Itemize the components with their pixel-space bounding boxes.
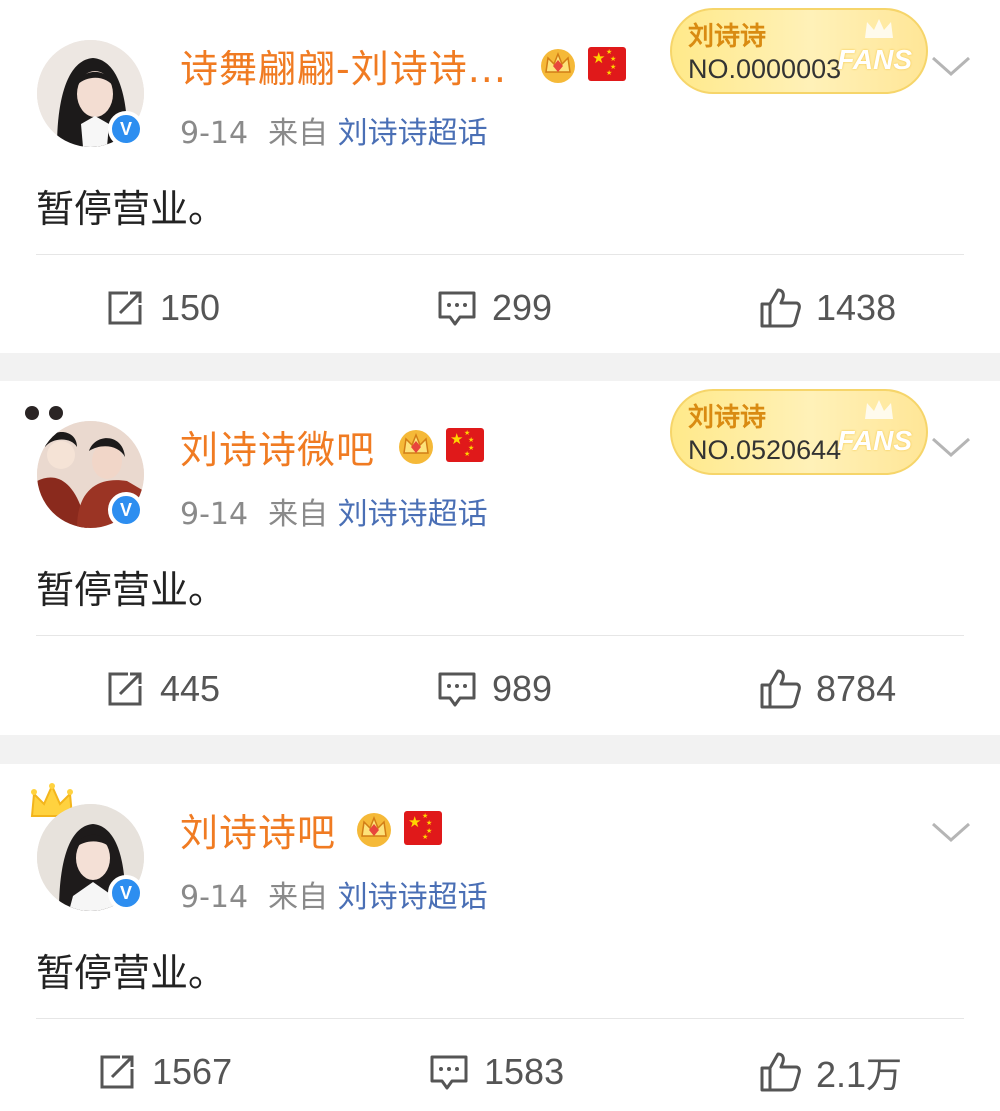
repost-icon [100, 1055, 134, 1089]
weibo-post: V 刘诗诗吧 ★ ★ ★ ★ ★ 9-14 来自 刘诗诗超话 暂停营业。 156… [0, 764, 1000, 1111]
post-content: 暂停营业。 [36, 951, 227, 995]
repost-count: 1567 [152, 1051, 233, 1092]
avatar[interactable]: V [37, 40, 144, 147]
comment-icon [438, 672, 476, 707]
post-actions: 1567 1583 2.1万 [0, 1044, 1000, 1100]
weibo-post: V 刘诗诗微吧 ★ ★ ★ ★ ★ 9-14 来自 刘诗诗超话 刘诗诗 NO.05… [0, 381, 1000, 735]
like-count: 1438 [816, 287, 897, 328]
comment-button[interactable]: 989 [436, 661, 552, 717]
avatar[interactable]: V [37, 804, 144, 911]
china-flag-icon: ★ ★ ★ ★ ★ [588, 47, 626, 81]
post-date: 9-14 [180, 880, 249, 915]
username[interactable]: 刘诗诗吧 [180, 802, 336, 857]
fans-badge-number: NO.0000003 [688, 54, 842, 84]
fans-crown-icon [865, 400, 893, 419]
repost-count: 150 [160, 287, 221, 328]
comment-count: 299 [492, 287, 553, 328]
verified-icon: V [108, 111, 144, 147]
user-badges: ★ ★ ★ ★ ★ [354, 808, 442, 848]
repost-button[interactable]: 1567 [96, 1044, 232, 1100]
fans-badge-label: FANS [837, 44, 912, 75]
china-flag-icon: ★ ★ ★ ★ ★ [446, 428, 484, 462]
repost-icon [108, 672, 142, 706]
post-date: 9-14 [180, 497, 249, 532]
crown-icon [357, 813, 391, 847]
comment-icon [438, 291, 476, 326]
fans-badge-label: FANS [837, 425, 912, 456]
fans-badge-number: NO.0520644 [688, 435, 842, 465]
post-content: 暂停营业。 [36, 568, 227, 612]
like-icon [760, 669, 801, 709]
post-meta: 9-14 来自 刘诗诗超话 [180, 872, 488, 916]
chevron-down-icon[interactable] [928, 816, 974, 846]
like-button[interactable]: 2.1万 [758, 1044, 902, 1100]
source-prefix: 来自 [268, 497, 329, 532]
like-count: 8784 [816, 668, 897, 709]
repost-icon [108, 291, 142, 325]
comment-button[interactable]: 299 [436, 280, 552, 336]
divider [36, 635, 964, 636]
divider [36, 254, 964, 255]
comment-button[interactable]: 1583 [428, 1044, 564, 1100]
comment-count: 1583 [484, 1051, 565, 1092]
crown-icon [541, 49, 575, 83]
like-icon [760, 288, 801, 328]
user-badges: ★ ★ ★ ★ ★ [538, 44, 626, 84]
username[interactable]: 诗舞翩翩-刘诗诗... [180, 38, 507, 93]
post-meta: 9-14 来自 刘诗诗超话 [180, 489, 488, 533]
post-actions: 150 299 1438 [0, 280, 1000, 336]
post-meta: 9-14 来自 刘诗诗超话 [180, 108, 488, 152]
source-prefix: 来自 [268, 880, 329, 915]
like-icon [760, 1052, 801, 1092]
cartoon-hair-decoration [25, 406, 63, 420]
repost-button[interactable]: 445 [104, 661, 220, 717]
chevron-down-icon[interactable] [928, 50, 974, 80]
chevron-down-icon[interactable] [928, 431, 974, 461]
china-flag-icon: ★ ★ ★ ★ ★ [404, 811, 442, 845]
source-link[interactable]: 刘诗诗超话 [338, 497, 488, 532]
fans-badge[interactable]: 刘诗诗 NO.0520644 FANS [670, 389, 928, 475]
post-date: 9-14 [180, 116, 249, 151]
fans-badge-name: 刘诗诗 [688, 403, 767, 433]
divider [36, 1018, 964, 1019]
repost-count: 445 [160, 668, 221, 709]
like-count: 2.1万 [816, 1054, 903, 1095]
comment-icon [430, 1055, 468, 1090]
source-prefix: 来自 [268, 116, 329, 151]
weibo-post: V 诗舞翩翩-刘诗诗... ★ ★ ★ ★ ★ 9-14 来自 刘诗诗超话 刘诗诗… [0, 0, 1000, 353]
verified-icon: V [108, 875, 144, 911]
username[interactable]: 刘诗诗微吧 [180, 419, 375, 474]
source-link[interactable]: 刘诗诗超话 [338, 880, 488, 915]
user-badges: ★ ★ ★ ★ ★ [396, 425, 484, 465]
post-content: 暂停营业。 [36, 187, 227, 231]
repost-button[interactable]: 150 [104, 280, 220, 336]
avatar[interactable]: V [37, 421, 144, 528]
post-actions: 445 989 8784 [0, 661, 1000, 717]
fans-badge[interactable]: 刘诗诗 NO.0000003 FANS [670, 8, 928, 94]
comment-count: 989 [492, 668, 553, 709]
like-button[interactable]: 1438 [758, 280, 896, 336]
crown-icon [399, 430, 433, 464]
source-link[interactable]: 刘诗诗超话 [338, 116, 488, 151]
verified-icon: V [108, 492, 144, 528]
fans-badge-name: 刘诗诗 [688, 22, 767, 52]
like-button[interactable]: 8784 [758, 661, 896, 717]
fans-crown-icon [865, 19, 893, 38]
